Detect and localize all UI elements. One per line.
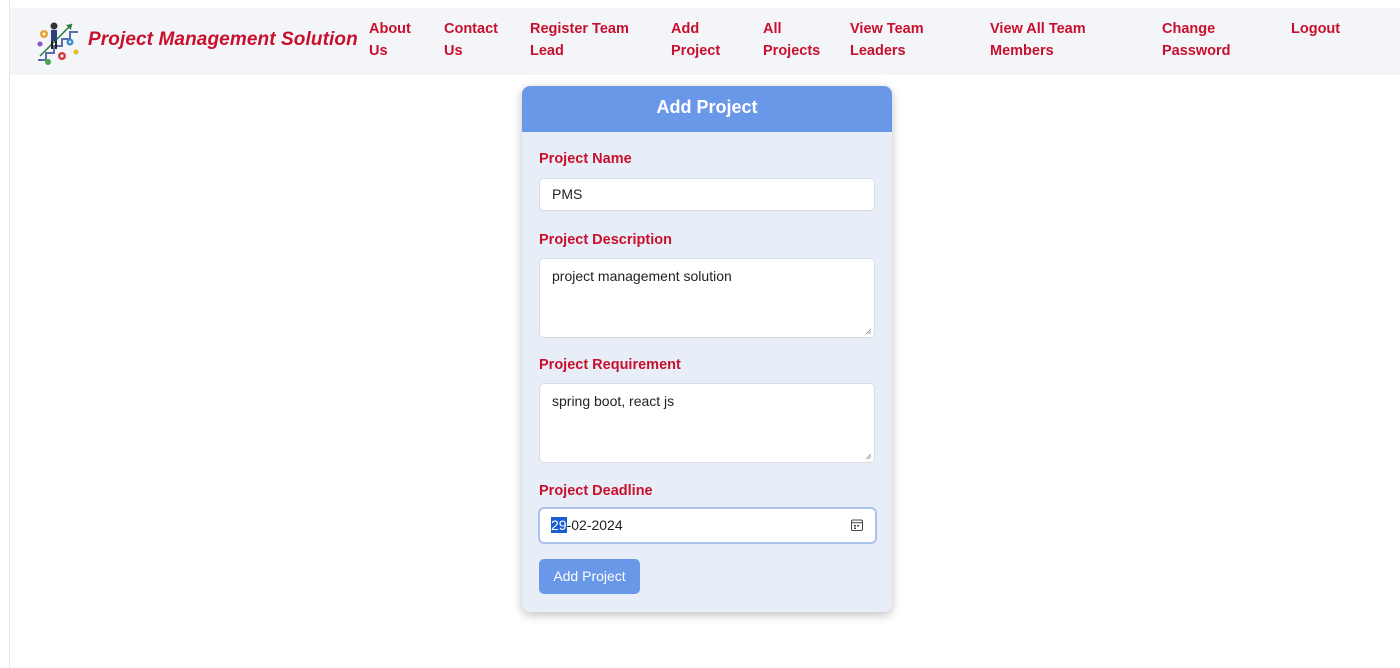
nav-add-project-line2: Project — [671, 43, 721, 59]
page-left-border — [9, 0, 10, 668]
nav-register-team-lead-line2: Lead — [530, 43, 564, 59]
project-description-value: project management solution — [552, 268, 732, 284]
nav-view-all-team-members-line1: View All Team — [990, 21, 1086, 37]
nav-register-team-lead-line1: Register Team — [530, 21, 629, 37]
resize-grip-icon[interactable] — [865, 453, 871, 459]
project-deadline-label: Project Deadline — [539, 483, 653, 499]
project-name-value: PMS — [552, 186, 583, 202]
nav-logout-line1: Logout — [1291, 21, 1341, 37]
card-title: Add Project — [522, 86, 892, 132]
navbar: Project Management Solution About Us Con… — [10, 8, 1400, 75]
project-description-textarea[interactable]: project management solution — [539, 258, 875, 338]
add-project-button[interactable]: Add Project — [539, 559, 640, 594]
project-name-label: Project Name — [539, 151, 632, 167]
nav-add-project[interactable]: Add Project — [671, 18, 720, 62]
project-requirement-value: spring boot, react js — [552, 393, 675, 409]
brand[interactable]: Project Management Solution — [32, 11, 358, 69]
nav-all-projects-line1: All — [763, 21, 782, 37]
resize-grip-icon[interactable] — [865, 328, 871, 334]
nav-contact-us[interactable]: Contact Us — [444, 18, 498, 62]
nav-contact-us-line1: Contact — [444, 21, 498, 37]
project-requirement-label: Project Requirement — [539, 357, 681, 373]
nav-contact-us-line2: Us — [444, 43, 463, 59]
nav-view-team-leaders-line2: Leaders — [850, 43, 906, 59]
nav-all-projects-line2: Projects — [763, 43, 821, 59]
nav-logout[interactable]: Logout — [1291, 18, 1340, 40]
nav-change-password-line1: Change — [1162, 21, 1216, 37]
nav-change-password-line2: Password — [1162, 43, 1231, 59]
project-deadline-input[interactable]: 29-02-2024 — [538, 507, 877, 544]
nav-change-password[interactable]: Change Password — [1162, 18, 1231, 62]
nav-view-team-leaders-line1: View Team — [850, 21, 924, 37]
nav-all-projects[interactable]: All Projects — [763, 18, 820, 62]
nav-add-project-line1: Add — [671, 21, 700, 37]
nav-view-team-leaders[interactable]: View Team Leaders — [850, 18, 924, 62]
nav-about-us[interactable]: About Us — [369, 18, 411, 62]
brand-title: Project Management Solution — [88, 29, 358, 50]
nav-register-team-lead[interactable]: Register Team Lead — [530, 18, 629, 62]
deadline-day-segment[interactable]: 29 — [551, 517, 567, 533]
add-project-card: Add Project Project Name PMS Project Des… — [522, 86, 892, 612]
project-description-label: Project Description — [539, 232, 672, 248]
nav-about-us-line2: Us — [369, 43, 388, 59]
nav-about-us-line1: About — [369, 21, 411, 37]
nav-view-all-team-members[interactable]: View All Team Members — [990, 18, 1086, 62]
deadline-month-year[interactable]: -02-2024 — [567, 517, 623, 533]
project-management-logo-icon — [32, 12, 84, 68]
nav-view-all-team-members-line2: Members — [990, 43, 1054, 59]
calendar-icon[interactable] — [851, 519, 863, 531]
project-name-input[interactable]: PMS — [539, 178, 875, 211]
project-requirement-textarea[interactable]: spring boot, react js — [539, 383, 875, 463]
